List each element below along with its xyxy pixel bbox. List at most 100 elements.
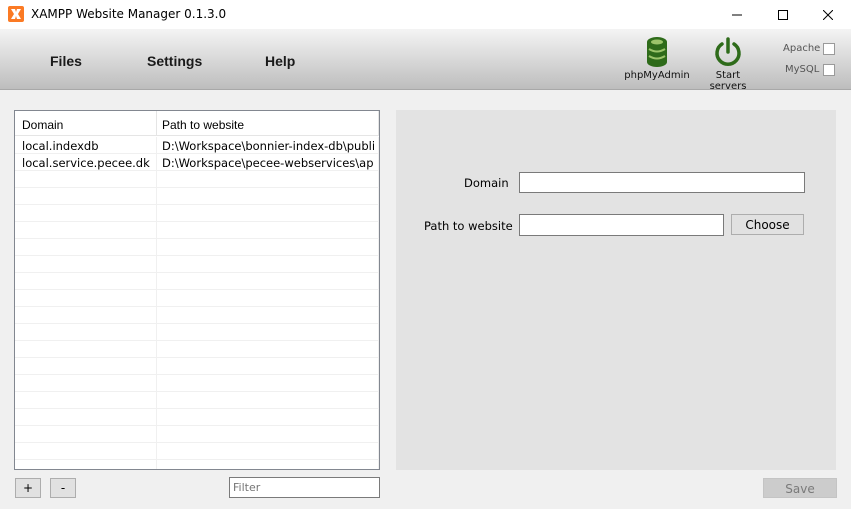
- grid-line: [156, 409, 157, 426]
- column-separator[interactable]: [156, 111, 157, 136]
- maximize-button[interactable]: [760, 0, 806, 29]
- grid-line: [378, 273, 379, 290]
- power-icon: [715, 37, 741, 66]
- grid-line: [156, 358, 157, 375]
- window-title: XAMPP Website Manager 0.1.3.0: [31, 7, 227, 21]
- menu-files[interactable]: Files: [50, 53, 82, 69]
- filter-input[interactable]: [229, 477, 380, 498]
- table-row[interactable]: [15, 307, 379, 324]
- add-website-button[interactable]: +: [15, 478, 41, 498]
- close-button[interactable]: [805, 0, 851, 29]
- grid-line: [156, 375, 157, 392]
- choose-button[interactable]: Choose: [731, 214, 804, 235]
- close-icon: [823, 9, 833, 20]
- grid-line: [378, 205, 379, 222]
- domain-cell: local.indexdb: [22, 139, 99, 153]
- table-row[interactable]: [15, 443, 379, 460]
- grid-line: [156, 392, 157, 409]
- apache-label: Apache: [783, 43, 821, 54]
- title-bar: XAMPP Website Manager 0.1.3.0: [0, 0, 851, 29]
- grid-line: [156, 154, 157, 171]
- table-row[interactable]: [15, 460, 379, 469]
- path-label: Path to website: [424, 219, 513, 233]
- maximize-icon: [778, 9, 788, 20]
- grid-line: [378, 307, 379, 324]
- grid-line: [156, 443, 157, 460]
- grid-line: [378, 392, 379, 409]
- grid-line: [156, 290, 157, 307]
- minimize-button[interactable]: [714, 0, 760, 29]
- menu-help[interactable]: Help: [265, 53, 295, 69]
- table-row[interactable]: [15, 375, 379, 392]
- table-row[interactable]: [15, 256, 379, 273]
- table-row[interactable]: [15, 205, 379, 222]
- mysql-label: MySQL: [785, 64, 820, 75]
- table-row[interactable]: [15, 290, 379, 307]
- mysql-checkbox[interactable]: [823, 64, 835, 76]
- grid-line: [378, 239, 379, 256]
- grid-line: [378, 375, 379, 392]
- grid-line: [378, 324, 379, 341]
- xampp-logo-icon: [8, 6, 24, 22]
- menu-settings[interactable]: Settings: [147, 53, 202, 69]
- save-button[interactable]: Save: [763, 478, 837, 498]
- grid-line: [378, 426, 379, 443]
- grid-line: [156, 460, 157, 469]
- grid-line: [378, 460, 379, 469]
- start-servers-button[interactable]: Start servers: [700, 36, 756, 92]
- column-path[interactable]: Path to website: [162, 118, 244, 132]
- grid-line: [378, 154, 379, 171]
- domain-label: Domain: [464, 176, 509, 190]
- table-row[interactable]: [15, 239, 379, 256]
- grid-line: [156, 222, 157, 239]
- grid-line: [156, 188, 157, 205]
- grid-line: [378, 358, 379, 375]
- website-list[interactable]: Domain Path to website local.indexdb D:\W…: [14, 110, 380, 470]
- phpmyadmin-button[interactable]: phpMyAdmin: [624, 36, 690, 81]
- path-cell: D:\Workspace\bonnier-index-db\public: [162, 139, 374, 153]
- table-row[interactable]: [15, 392, 379, 409]
- table-row[interactable]: [15, 171, 379, 188]
- apache-checkbox[interactable]: [823, 43, 835, 55]
- grid-line: [378, 443, 379, 460]
- table-row[interactable]: [15, 273, 379, 290]
- table-row[interactable]: [15, 358, 379, 375]
- grid-line: [378, 256, 379, 273]
- grid-line: [378, 188, 379, 205]
- remove-website-button[interactable]: -: [50, 478, 76, 498]
- table-row[interactable]: [15, 222, 379, 239]
- grid-line: [378, 409, 379, 426]
- grid-line: [378, 222, 379, 239]
- list-header: Domain Path to website: [15, 111, 379, 136]
- database-icon: [647, 37, 667, 67]
- path-cell: D:\Workspace\pecee-webservices\app\...: [162, 156, 374, 170]
- grid-line: [156, 273, 157, 290]
- column-domain[interactable]: Domain: [22, 118, 63, 132]
- domain-cell: local.service.pecee.dk: [22, 156, 150, 170]
- phpmyadmin-label: phpMyAdmin: [624, 70, 690, 81]
- edit-panel: Domain Path to website Choose: [396, 110, 836, 470]
- grid-line: [156, 426, 157, 443]
- table-row[interactable]: [15, 188, 379, 205]
- grid-line: [156, 171, 157, 188]
- grid-line: [156, 239, 157, 256]
- grid-line: [156, 341, 157, 358]
- grid-line: [378, 137, 379, 154]
- column-separator[interactable]: [378, 111, 379, 136]
- grid-line: [156, 137, 157, 154]
- grid-line: [156, 256, 157, 273]
- menu-toolbar: Files Settings Help phpMyAdmin Start ser…: [0, 29, 851, 92]
- table-row[interactable]: [15, 409, 379, 426]
- grid-line: [378, 290, 379, 307]
- table-row[interactable]: local.indexdb D:\Workspace\bonnier-index-…: [15, 137, 379, 154]
- table-row[interactable]: [15, 324, 379, 341]
- grid-line: [378, 171, 379, 188]
- table-row[interactable]: [15, 341, 379, 358]
- table-row[interactable]: local.service.pecee.dk D:\Workspace\pecee…: [15, 154, 379, 171]
- table-row[interactable]: [15, 426, 379, 443]
- start-servers-label: Start servers: [709, 70, 747, 92]
- domain-field[interactable]: [519, 172, 805, 193]
- grid-line: [156, 324, 157, 341]
- path-field[interactable]: [519, 214, 724, 236]
- grid-line: [156, 307, 157, 324]
